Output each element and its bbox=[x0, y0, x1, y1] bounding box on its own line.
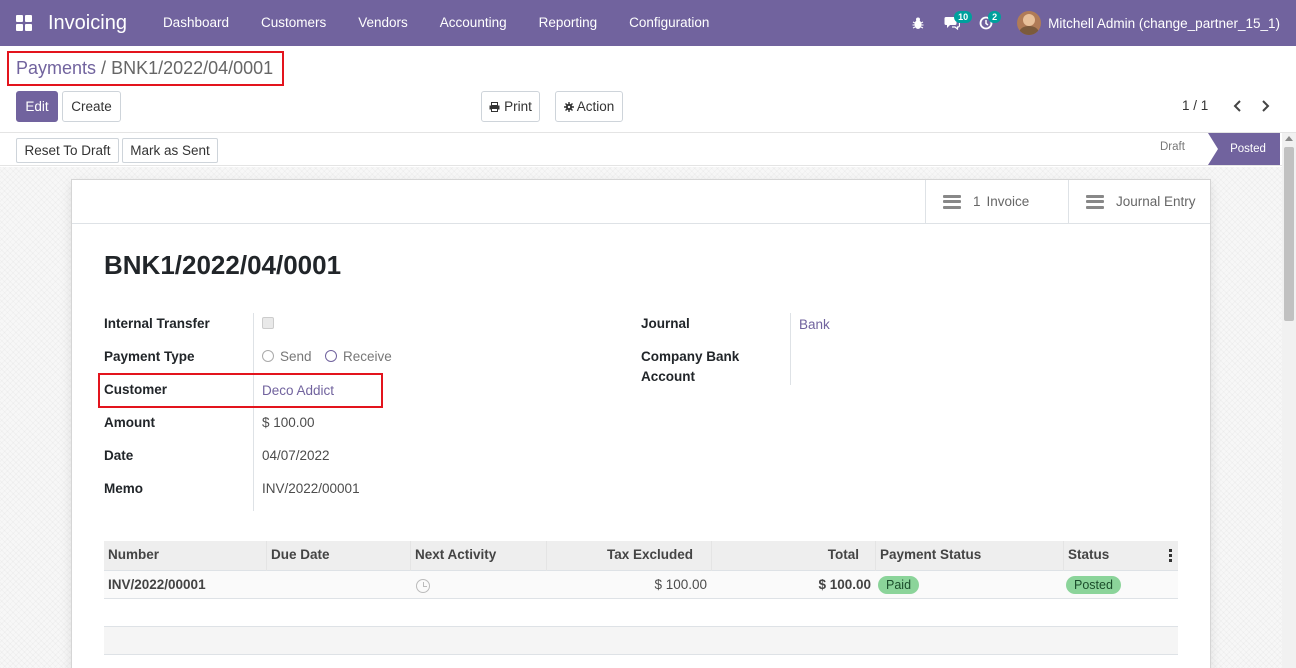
col-due-date-header[interactable]: Due Date bbox=[266, 541, 410, 571]
col-tax-excluded-header[interactable]: Tax Excluded bbox=[546, 541, 711, 571]
payment-type-send-radio[interactable] bbox=[262, 350, 274, 362]
left-group-divider bbox=[253, 313, 254, 511]
empty-table-row bbox=[104, 599, 1178, 627]
invoice-smart-button[interactable]: 1 Invoice bbox=[925, 180, 1068, 223]
menu-vendors[interactable]: Vendors bbox=[342, 0, 424, 46]
user-menu[interactable]: Mitchell Admin (change_partner_15_1) bbox=[1003, 11, 1296, 35]
table-row[interactable]: INV/2022/00001 $ 100.00 $ 100.00 Paid Po… bbox=[104, 571, 1178, 599]
menu-customers[interactable]: Customers bbox=[245, 0, 342, 46]
col-payment-status-header[interactable]: Payment Status bbox=[875, 541, 1063, 571]
table-header: Number Due Date Next Activity Tax Exclud… bbox=[104, 541, 1178, 571]
action-label: Action bbox=[576, 99, 615, 114]
amount-value: $ 100.00 bbox=[262, 415, 315, 430]
activities-clock-icon[interactable]: 2 bbox=[969, 0, 1003, 46]
stage-posted-active: Posted bbox=[1208, 133, 1280, 165]
cell-payment-status: Paid bbox=[875, 571, 1063, 599]
payment-type-receive-radio[interactable] bbox=[325, 350, 337, 362]
record-title: BNK1/2022/04/0001 bbox=[104, 250, 342, 280]
form-sheet: 1 Invoice Journal Entry BNK1/2022/04/000… bbox=[71, 179, 1211, 668]
messages-icon[interactable]: 10 bbox=[935, 0, 973, 46]
payment-type-send-label: Send bbox=[280, 349, 312, 364]
smart-button-box: 1 Invoice Journal Entry bbox=[72, 180, 1210, 224]
col-number-header[interactable]: Number bbox=[104, 541, 266, 571]
apps-menu-icon[interactable] bbox=[0, 0, 48, 46]
action-button[interactable]: Action bbox=[555, 91, 623, 122]
list-icon bbox=[1086, 194, 1104, 209]
journal-label: Journal bbox=[641, 316, 690, 331]
pager-value[interactable]: 1 / 1 bbox=[1182, 98, 1208, 113]
main-menu: Dashboard Customers Vendors Accounting R… bbox=[147, 0, 726, 46]
menu-accounting[interactable]: Accounting bbox=[424, 0, 523, 46]
invoice-label: Invoice bbox=[986, 194, 1030, 209]
internal-transfer-label: Internal Transfer bbox=[104, 316, 210, 331]
date-value: 04/07/2022 bbox=[262, 448, 330, 463]
reset-to-draft-button[interactable]: Reset To Draft bbox=[16, 138, 119, 163]
scrollbar-thumb[interactable] bbox=[1284, 147, 1294, 321]
cell-status: Posted bbox=[1063, 571, 1178, 599]
internal-transfer-checkbox[interactable] bbox=[262, 317, 274, 329]
systray: 10 2 Mitchell Admin (change_partner_15_1… bbox=[901, 0, 1296, 46]
scroll-up-arrow-icon[interactable] bbox=[1285, 136, 1293, 141]
cell-total: $ 100.00 bbox=[818, 577, 871, 592]
cell-tax-excluded: $ 100.00 bbox=[654, 577, 707, 592]
memo-label: Memo bbox=[104, 481, 144, 496]
activities-count-badge: 2 bbox=[988, 11, 1002, 23]
col-total-header[interactable]: Total bbox=[711, 541, 875, 571]
user-avatar bbox=[1017, 11, 1042, 35]
company-bank-account-label-line1: Company Bank bbox=[641, 349, 740, 364]
print-label: Print bbox=[504, 99, 532, 114]
status-badge: Posted bbox=[1066, 576, 1121, 594]
col-status-header[interactable]: Status bbox=[1063, 541, 1178, 571]
journal-entry-label: Journal Entry bbox=[1116, 194, 1196, 209]
gear-icon bbox=[563, 101, 574, 112]
create-button[interactable]: Create bbox=[62, 91, 121, 122]
chevron-left-icon[interactable] bbox=[1231, 98, 1245, 114]
empty-table-row bbox=[104, 627, 1178, 655]
menu-dashboard[interactable]: Dashboard bbox=[147, 0, 245, 46]
page-scrollbar[interactable] bbox=[1282, 133, 1296, 668]
optional-columns-kebab-icon[interactable] bbox=[1169, 549, 1172, 562]
customer-highlight-box bbox=[98, 373, 383, 408]
invoice-count: 1 bbox=[973, 194, 981, 209]
col-next-activity-header[interactable]: Next Activity bbox=[410, 541, 546, 571]
stage-draft: Draft bbox=[1160, 141, 1185, 153]
top-navbar: Invoicing Dashboard Customers Vendors Ac… bbox=[0, 0, 1296, 46]
payment-type-label: Payment Type bbox=[104, 349, 195, 364]
activity-clock-icon[interactable] bbox=[416, 579, 430, 593]
edit-button[interactable]: Edit bbox=[16, 91, 58, 122]
mark-as-sent-button[interactable]: Mark as Sent bbox=[122, 138, 218, 163]
app-brand[interactable]: Invoicing bbox=[48, 12, 127, 35]
memo-value: INV/2022/00001 bbox=[262, 481, 360, 496]
list-icon bbox=[943, 194, 961, 209]
payment-type-receive-label: Receive bbox=[343, 349, 392, 364]
user-name: Mitchell Admin (change_partner_15_1) bbox=[1048, 15, 1280, 31]
date-label: Date bbox=[104, 448, 134, 463]
breadcrumb-highlight-box bbox=[7, 51, 284, 86]
print-icon bbox=[489, 101, 500, 112]
menu-configuration[interactable]: Configuration bbox=[613, 0, 725, 46]
journal-link[interactable]: Bank bbox=[799, 317, 830, 332]
statusbar: Reset To Draft Mark as Sent Draft Posted bbox=[0, 133, 1296, 166]
amount-label: Amount bbox=[104, 415, 155, 430]
journal-entry-smart-button[interactable]: Journal Entry bbox=[1068, 180, 1210, 223]
payment-status-badge: Paid bbox=[878, 576, 920, 594]
debug-bug-icon[interactable] bbox=[901, 0, 935, 46]
cell-due-date bbox=[266, 571, 410, 599]
print-button[interactable]: Print bbox=[481, 91, 540, 122]
menu-reporting[interactable]: Reporting bbox=[523, 0, 614, 46]
cell-number: INV/2022/00001 bbox=[108, 577, 206, 592]
right-group-divider bbox=[790, 313, 791, 385]
chevron-right-icon[interactable] bbox=[1258, 98, 1272, 114]
company-bank-account-label-line2: Account bbox=[641, 369, 695, 384]
